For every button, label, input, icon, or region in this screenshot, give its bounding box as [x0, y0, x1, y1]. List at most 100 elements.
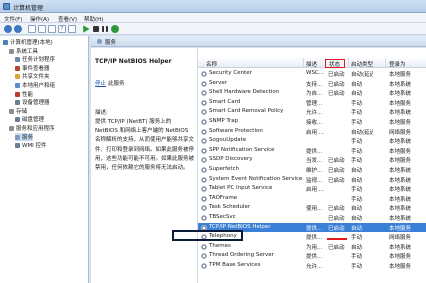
service-start: 自动 [351, 216, 363, 222]
tree-item[interactable]: 性能 [15, 90, 33, 98]
column-startup-type[interactable]: 启动类型 [351, 60, 373, 68]
service-name: SSDP Discovery [209, 156, 253, 163]
tree-item[interactable]: 任务计划程序 [15, 55, 55, 63]
service-logon: 本地系统 [389, 168, 412, 174]
gear-icon [201, 99, 207, 106]
service-row[interactable]: Software Protection 启用 ... 自动(延迟... 网络服务 [198, 127, 426, 137]
service-desc: 为用... [306, 244, 323, 251]
service-desc: 维护... [306, 168, 323, 174]
tree-item[interactable]: 本地用户和组 [15, 81, 55, 89]
forward-icon[interactable] [14, 25, 22, 33]
tree-item-icon [9, 126, 14, 131]
tree-item[interactable]: 服务 [15, 132, 34, 141]
tree-item-label: 性能 [22, 91, 34, 98]
computer-management-icon [3, 3, 10, 10]
tree-item-icon [15, 117, 20, 123]
pause-service-icon[interactable] [102, 26, 108, 32]
service-status: 已启动 [328, 158, 345, 165]
service-logon: 本地服务 [389, 148, 412, 155]
menu-help[interactable]: 帮助(H) [84, 15, 103, 23]
tree-item[interactable]: 设备管理器 [15, 98, 50, 106]
help-icon[interactable]: ? [58, 25, 66, 33]
service-start: 手动 [351, 254, 363, 261]
service-logon: 本地服务 [389, 158, 412, 165]
service-desc: 提供... [306, 235, 323, 242]
column-description[interactable]: 描述 [306, 60, 317, 68]
service-row[interactable]: SogouUpdate 手动 本地系统 [198, 136, 426, 146]
service-logon: 本地系统 [389, 91, 412, 98]
stop-service-link[interactable]: 停止 [95, 79, 106, 87]
menu-view[interactable]: 查看(V) [58, 15, 77, 23]
service-status: 已启动 [328, 72, 345, 78]
start-service-icon[interactable] [83, 25, 90, 33]
service-row[interactable]: SPP Notification Service 提供... 手动 本地服务 [198, 146, 426, 156]
service-logon: 本地服务 [389, 225, 412, 232]
service-start: 手动 [351, 187, 363, 194]
column-log-on-as[interactable]: 登录为 [389, 60, 406, 68]
service-row[interactable]: Tablet PC Input Service 启用 ... 手动 本地系统 [198, 184, 426, 194]
gear-icon [201, 109, 207, 116]
service-row[interactable]: Superfetch 维护... 已启动 自动 本地系统 [198, 165, 426, 175]
service-row[interactable]: SNMP Trap 接收... 手动 本地服务 [198, 117, 426, 127]
service-row[interactable]: Shell Hardware Detection 为自... 已启动 自动 本地系统 [198, 88, 426, 98]
service-start: 手动 [351, 158, 363, 165]
back-icon[interactable] [4, 25, 12, 33]
service-desc: WSC... [306, 70, 325, 76]
service-status: 已启动 [328, 168, 345, 174]
refresh-icon[interactable] [48, 25, 56, 33]
menu-action[interactable]: 操作(A) [30, 15, 49, 23]
restart-service-icon[interactable] [111, 25, 119, 33]
show-hide-tree-icon[interactable] [28, 25, 36, 33]
service-name: TPM Base Services [209, 262, 261, 268]
service-status: 已启动 [328, 81, 345, 88]
service-row[interactable]: Smart Card Removal Policy 允许... 手动 本地系统 [198, 107, 426, 117]
stop-service-icon[interactable] [93, 26, 99, 32]
toolbar: ? [0, 23, 426, 35]
tree-item[interactable]: 系统工具 [9, 47, 38, 55]
tree-item-label: 存储 [16, 108, 28, 115]
tree-item[interactable]: 共享文件夹 [15, 72, 50, 80]
status-underline-mark [327, 238, 347, 240]
column-name[interactable]: 名称 [206, 60, 217, 68]
tree-item-label: 系统工具 [16, 48, 39, 55]
service-logon: 本地系统 [389, 139, 412, 146]
service-name: Security Center [209, 70, 252, 76]
navigation-tree: 计算机管理(本地) 系统工具 任务计划程序 事件查看器共享文件夹 本地用户和组性能 设备管… [0, 36, 89, 283]
service-row[interactable]: Smart Card 管理... 手动 本地服务 [198, 98, 426, 108]
service-name: Software Protection [209, 127, 263, 134]
properties-icon[interactable] [38, 25, 46, 33]
tree-item-icon [15, 91, 20, 97]
service-start: 自动 [351, 81, 363, 88]
service-start: 自动 [351, 168, 363, 174]
tree-item[interactable]: 计算机管理(本地) [3, 38, 53, 46]
tree-item[interactable]: 磁盘管理 [15, 115, 44, 123]
service-status: 已启动 [328, 206, 345, 213]
service-name: Tablet PC Input Service [209, 185, 273, 192]
export-list-icon[interactable] [68, 25, 76, 33]
service-row[interactable]: Themes 为用... 已启动 自动 本地系统 [198, 242, 426, 252]
stop-service-suffix: 此服务 [108, 81, 125, 87]
tree-item[interactable]: WMI 控件 [15, 141, 47, 149]
service-row[interactable]: TAOFrame 手动 本地系统 [198, 194, 426, 204]
service-row[interactable]: Security Center WSC...已启动自动(延迟... 本地服务 [198, 69, 426, 79]
service-row[interactable]: Thread Ordering Server 提供... 手动 本地服务 [198, 251, 426, 261]
tree-item-label: 共享文件夹 [22, 74, 50, 81]
menu-file[interactable]: 文件(F) [4, 15, 22, 23]
service-row[interactable]: TBSecSvc 已启动 自动 本地系统 [198, 213, 426, 223]
service-desc: 接收... [306, 120, 323, 126]
title-bar: 计算机管理 [0, 0, 426, 13]
service-logon: 本地服务 [389, 72, 412, 78]
service-row[interactable]: System Event Notification Service 监视... 已启… [198, 175, 426, 185]
service-name: SogouUpdate [209, 137, 247, 144]
service-row[interactable]: TPM Base Services 允许... 手动 本地服务 [198, 261, 426, 271]
service-row[interactable]: Server 支持... 已启动 自动 本地系统 [198, 79, 426, 89]
service-row[interactable]: SSDP Discovery 当发... 已启动 手动 本地服务 [198, 155, 426, 165]
tree-item[interactable]: 存储 [9, 107, 27, 115]
tree-item[interactable]: 事件查看器 [15, 64, 50, 72]
service-start: 自动 [351, 206, 363, 213]
service-logon: 本地服务 [389, 254, 412, 261]
service-logon: 网络服务 [389, 129, 412, 136]
tree-item[interactable]: 服务和应用程序 [9, 124, 55, 132]
tree-item-label: 磁盘管理 [22, 117, 45, 124]
service-row[interactable]: Task Scheduler 使用... 已启动 自动 本地系统 [198, 203, 426, 213]
